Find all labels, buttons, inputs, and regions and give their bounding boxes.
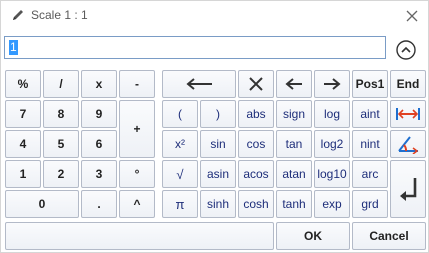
key-nint[interactable]: nint [352, 130, 388, 158]
key-asin[interactable]: asin [200, 160, 236, 188]
key-8[interactable]: 8 [43, 100, 79, 128]
key-arc[interactable]: arc [352, 160, 388, 188]
measure-distance-icon [395, 106, 421, 122]
key-pos1[interactable]: Pos1 [352, 70, 388, 98]
key-1[interactable]: 1 [5, 160, 41, 188]
expression-input[interactable]: 1 [4, 36, 386, 59]
key-4[interactable]: 4 [5, 130, 41, 158]
pencil-icon [10, 7, 26, 23]
key-pi[interactable]: π [162, 190, 198, 218]
calculator-dialog: Scale 1 : 1 1 % / x - Pos1 End 7 8 9 + (… [0, 0, 429, 253]
key-sin[interactable]: sin [200, 130, 236, 158]
key-0[interactable]: 0 [5, 190, 79, 218]
input-value: 1 [9, 40, 18, 55]
key-aint[interactable]: aint [352, 100, 388, 128]
window-title: Scale 1 : 1 [31, 8, 88, 22]
key-divide[interactable]: / [43, 70, 79, 98]
right-arrow-icon [323, 78, 341, 90]
key-acos[interactable]: acos [238, 160, 274, 188]
key-grd[interactable]: grd [352, 190, 388, 218]
key-7[interactable]: 7 [5, 100, 41, 128]
clear-button[interactable] [238, 70, 274, 98]
enter-button[interactable] [390, 160, 426, 218]
key-exp[interactable]: exp [314, 190, 350, 218]
key-2[interactable]: 2 [43, 160, 79, 188]
cancel-button[interactable]: Cancel [352, 222, 426, 250]
measure-angle-button[interactable] [390, 130, 426, 158]
key-close-paren[interactable]: ) [200, 100, 236, 128]
key-power[interactable]: ^ [119, 190, 155, 218]
chevron-up-icon[interactable] [395, 39, 417, 61]
key-5[interactable]: 5 [43, 130, 79, 158]
key-sqrt[interactable]: √ [162, 160, 198, 188]
key-tanh[interactable]: tanh [276, 190, 312, 218]
key-subtract[interactable]: - [119, 70, 155, 98]
key-3[interactable]: 3 [81, 160, 117, 188]
key-log10[interactable]: log10 [314, 160, 350, 188]
enter-icon [397, 176, 419, 202]
ok-button[interactable]: OK [276, 222, 350, 250]
title-bar: Scale 1 : 1 [1, 1, 428, 31]
key-square[interactable]: x² [162, 130, 198, 158]
key-tan[interactable]: tan [276, 130, 312, 158]
key-open-paren[interactable]: ( [162, 100, 198, 128]
long-left-arrow-icon [185, 78, 213, 90]
backspace-button[interactable] [162, 70, 236, 98]
close-icon[interactable] [402, 6, 422, 26]
key-sign[interactable]: sign [276, 100, 312, 128]
key-9[interactable]: 9 [81, 100, 117, 128]
status-field [5, 222, 274, 250]
cursor-right-button[interactable] [314, 70, 350, 98]
key-sinh[interactable]: sinh [200, 190, 236, 218]
key-add[interactable]: + [119, 100, 155, 158]
key-cos[interactable]: cos [238, 130, 274, 158]
clear-x-icon [249, 77, 263, 91]
key-end[interactable]: End [390, 70, 426, 98]
key-degree[interactable]: ° [119, 160, 155, 188]
measure-angle-icon [396, 134, 420, 154]
key-cosh[interactable]: cosh [238, 190, 274, 218]
measure-distance-button[interactable] [390, 100, 426, 128]
key-6[interactable]: 6 [81, 130, 117, 158]
key-log[interactable]: log [314, 100, 350, 128]
left-arrow-icon [285, 78, 303, 90]
key-atan[interactable]: atan [276, 160, 312, 188]
key-log2[interactable]: log2 [314, 130, 350, 158]
key-decimal[interactable]: . [81, 190, 117, 218]
cursor-left-button[interactable] [276, 70, 312, 98]
key-percent[interactable]: % [5, 70, 41, 98]
key-abs[interactable]: abs [238, 100, 274, 128]
key-multiply[interactable]: x [81, 70, 117, 98]
